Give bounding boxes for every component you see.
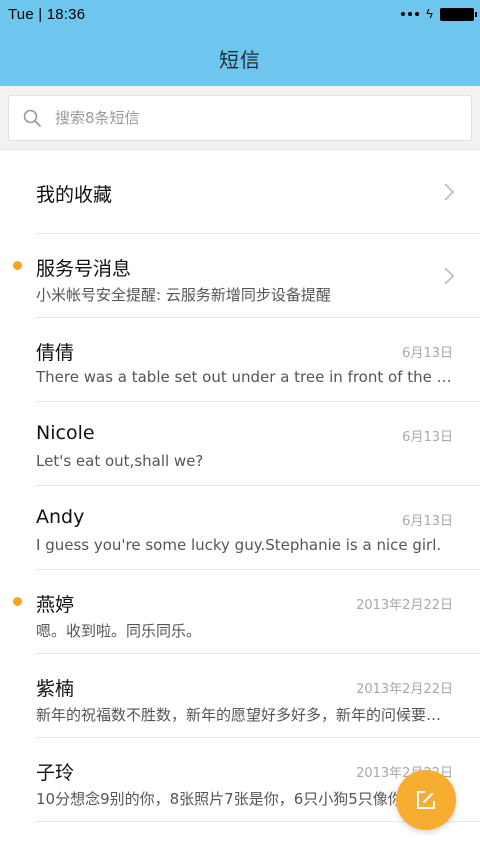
contact-name: Andy [36, 506, 85, 528]
search-box[interactable] [8, 95, 472, 141]
message-date: 6月13日 [402, 514, 453, 529]
contact-name: 紫楠 [36, 678, 75, 700]
message-preview: I guess you're some lucky guy.Stephanie … [36, 536, 442, 554]
unread-dot [13, 597, 22, 606]
message-preview: Let's eat out,shall we? [36, 452, 204, 470]
search-icon [23, 109, 41, 127]
service-preview: 小米帐号安全提醒: 云服务新增同步设备提醒 [36, 286, 331, 304]
page-title: 短信 [219, 48, 261, 72]
conversation-item[interactable]: 燕婷 2013年2月22日 嗯。收到啦。同乐同乐。 [13, 570, 480, 654]
conversation-item[interactable]: Nicole 6月13日 Let's eat out,shall we? [36, 402, 480, 486]
conversation-item[interactable]: 倩倩 6月13日 There was a table set out under… [36, 318, 480, 402]
unread-dot [13, 261, 22, 270]
service-label: 服务号消息 [36, 258, 132, 280]
favorites-label: 我的收藏 [36, 184, 113, 206]
message-date: 6月13日 [402, 346, 453, 361]
contact-name: 倩倩 [36, 342, 75, 364]
messages-app: Tue | 18:36 ϟ 短信 我的收藏 服务号消息 [0, 0, 480, 853]
contact-name: Nicole [36, 422, 95, 444]
chevron-right-icon [444, 267, 454, 285]
message-preview: There was a table set out under a tree i… [36, 368, 452, 386]
message-date: 6月13日 [402, 430, 453, 445]
status-bar: Tue | 18:36 ϟ [0, 0, 480, 28]
status-indicators: ϟ [401, 6, 477, 21]
status-time: Tue | 18:36 [8, 6, 86, 23]
message-preview: 新年的祝福数不胜数，新年的愿望好多好多，新年的问候要送出 [36, 706, 452, 724]
message-preview: 嗯。收到啦。同乐同乐。 [36, 622, 202, 640]
contact-name: 子玲 [36, 762, 75, 784]
service-messages-item[interactable]: 服务号消息 小米帐号安全提醒: 云服务新增同步设备提醒 [13, 234, 480, 318]
compose-icon [417, 791, 435, 809]
message-date: 2013年2月22日 [356, 682, 453, 697]
contact-name: 燕婷 [36, 594, 75, 616]
conversation-item[interactable]: Andy 6月13日 I guess you're some lucky guy… [36, 486, 480, 570]
message-preview: 10分想念9别的你，8张照片7张是你，6只小狗5只像你 [36, 790, 403, 808]
search-bar [0, 86, 480, 150]
app-header: Tue | 18:36 ϟ 短信 [0, 0, 480, 86]
conversation-list: 我的收藏 服务号消息 小米帐号安全提醒: 云服务新增同步设备提醒 倩倩 6月13… [0, 150, 480, 822]
message-date: 2013年2月22日 [356, 598, 453, 613]
search-input[interactable] [55, 96, 455, 140]
conversation-item[interactable]: 紫楠 2013年2月22日 新年的祝福数不胜数，新年的愿望好多好多，新年的问候要… [36, 654, 480, 738]
battery-icon [440, 7, 477, 21]
compose-button[interactable] [396, 770, 456, 830]
chevron-right-icon [444, 183, 454, 201]
signal-icon [401, 12, 420, 16]
charging-icon: ϟ [426, 6, 433, 21]
favorites-item[interactable]: 我的收藏 [36, 150, 480, 234]
